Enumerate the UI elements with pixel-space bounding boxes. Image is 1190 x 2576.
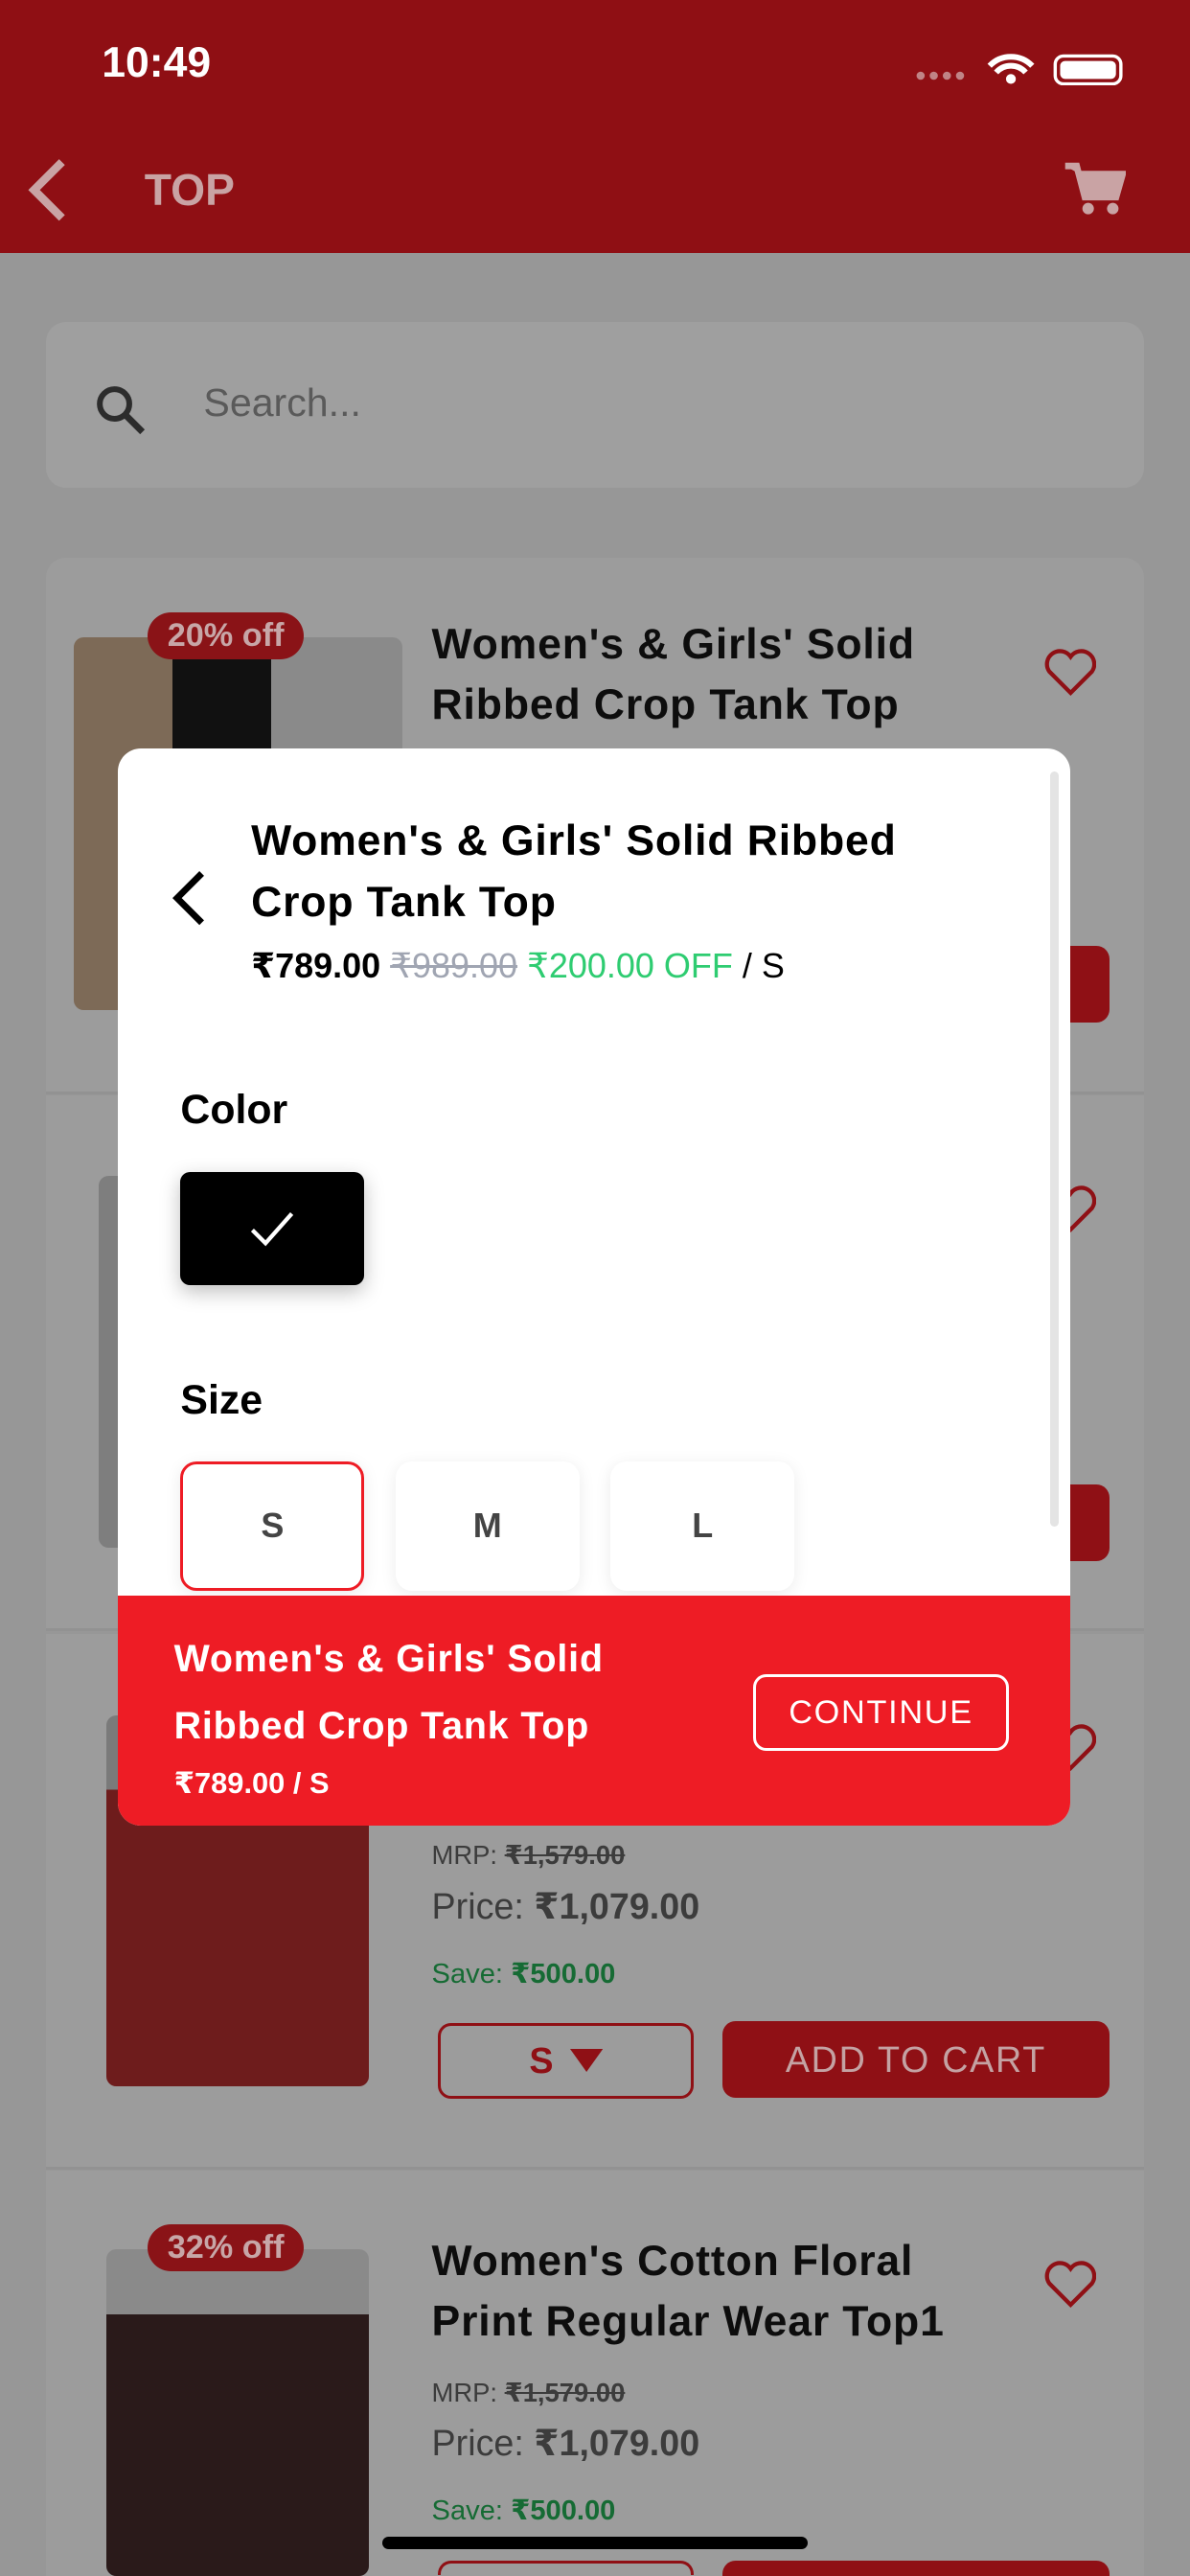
mrp-label: MRP: [431,2377,498,2407]
product-card[interactable]: 32% off Women's Cotton Floral Print Regu… [45,2170,1145,2576]
product-title[interactable]: Women's Cotton Floral Print Regular Wear… [432,2231,1007,2353]
search-input[interactable]: Search... [45,321,1145,488]
modal-title: Women's & Girls' Solid Ribbed Crop Tank … [251,817,897,926]
original-price: ₹989.00 [390,945,518,985]
selected-size-suffix: / S [742,945,785,985]
save-value: ₹500.00 [511,2496,616,2527]
price: Price: ₹1,079.00 [432,1885,700,1927]
save-label: Save: [431,2496,503,2527]
size-value: S [529,2039,554,2081]
home-indicator [382,2536,808,2550]
back-icon[interactable] [171,870,207,926]
modal-footer: Women's & Girls' Solid Ribbed Crop Tank … [118,1596,1070,1826]
back-icon[interactable] [26,157,69,223]
color-swatch-black[interactable] [180,1172,365,1286]
status-time: 10:49 [102,39,212,87]
price-label: Price: [431,1885,524,1926]
variant-modal: Women's & Girls' Solid Ribbed Crop Tank … [118,748,1070,1826]
mrp: MRP: ₹1,579.00 [432,1840,626,1871]
mrp-value: ₹1,579.00 [504,2377,626,2407]
size-select[interactable] [438,2561,694,2576]
footer-price: ₹789.00 / S [173,1766,330,1801]
status-icons [916,54,1123,86]
product-image[interactable] [106,2248,370,2576]
mrp-value: ₹1,579.00 [504,1840,626,1871]
mrp-label: MRP: [431,1840,498,1871]
check-icon [251,1212,294,1247]
add-to-cart-button[interactable]: ADD TO CART [721,2020,1110,2099]
save-label: Save: [431,1959,503,1990]
size-option-s[interactable]: S [180,1460,365,1591]
cart-icon[interactable] [1064,161,1127,217]
mrp: MRP: ₹1,579.00 [432,2378,626,2408]
heart-icon[interactable] [1044,2259,1097,2309]
add-to-cart-button[interactable] [721,2561,1110,2576]
size-label: Size [180,1377,263,1424]
caret-down-icon [569,2049,603,2073]
save-value: ₹500.00 [511,1959,616,1990]
footer-title-line: Women's & Girls' Solid [173,1637,604,1680]
save: Save: ₹500.00 [432,1957,616,1990]
size-option-l[interactable]: L [610,1460,795,1591]
current-price: ₹789.00 [251,945,381,985]
product-title[interactable]: Women's & Girls' Solid Ribbed Crop Tank … [432,614,973,736]
modal-price-line: ₹789.00 ₹989.00 ₹200.00 OFF / S [251,946,785,986]
discount-badge: 20% off [148,611,305,660]
price-label: Price: [431,2422,524,2463]
price-value: ₹1,079.00 [534,2422,700,2463]
app-header: 10:49 TOP [0,0,1190,253]
save: Save: ₹500.00 [432,2494,616,2527]
size-select[interactable]: S [438,2022,694,2100]
price: Price: ₹1,079.00 [432,2422,700,2464]
color-label: Color [180,1087,288,1134]
search-placeholder: Search... [203,380,361,426]
price-value: ₹1,079.00 [534,1885,700,1926]
size-option-m[interactable]: M [395,1460,580,1591]
discount-badge: 32% off [148,2224,305,2272]
footer-title: Women's & Girls' Solid Ribbed Crop Tank … [174,1625,604,1760]
page-title: TOP [144,165,235,216]
continue-button[interactable]: CONTINUE [753,1674,1009,1751]
search-icon [97,386,146,434]
scrollbar[interactable] [1050,771,1059,1528]
footer-title-line: Ribbed Crop Tank Top [173,1705,590,1748]
discount-amount: ₹200.00 OFF [527,945,733,985]
heart-icon[interactable] [1044,647,1097,696]
